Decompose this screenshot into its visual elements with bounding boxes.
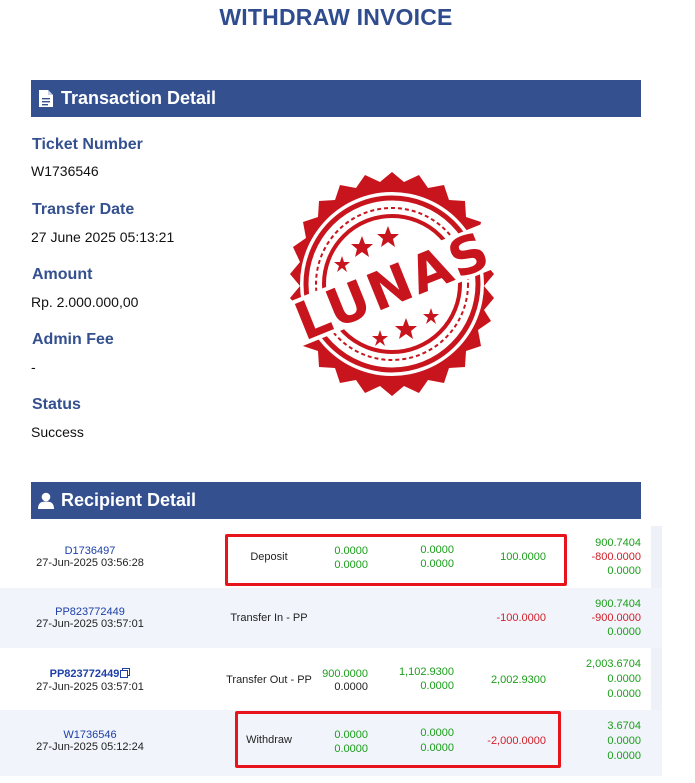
document-icon — [37, 89, 55, 109]
transaction-detail-title: Transaction Detail — [61, 88, 217, 108]
highlight-box-deposit — [225, 534, 567, 586]
value-cell: 0.0000 — [420, 680, 454, 692]
value-cell: 1,102.9300 — [398, 666, 454, 678]
transaction-detail-header: Transaction Detail — [31, 80, 641, 117]
transaction-id-link[interactable]: W1736546 — [20, 729, 160, 741]
balance-cell: -900.0000 — [591, 612, 641, 624]
transaction-date: 27-Jun-2025 03:56:28 — [36, 557, 144, 569]
balance-cell: 0.0000 — [607, 735, 641, 747]
transaction-date: 27-Jun-2025 03:57:01 — [36, 681, 144, 693]
value-cell: 0.0000 — [334, 681, 368, 693]
admin-fee-value: - — [31, 359, 36, 375]
balance-cell: 900.7404 — [595, 598, 641, 610]
table-row: PP823772449 27-Jun-2025 03:57:01 Transfe… — [0, 648, 662, 710]
balance-cell: -800.0000 — [591, 551, 641, 563]
amount-cell: 2,002.9300 — [490, 674, 546, 686]
transaction-id-link[interactable]: PP823772449 — [20, 606, 160, 618]
transaction-date: 27-Jun-2025 03:57:01 — [36, 618, 144, 630]
amount-value: Rp. 2.000.000,00 — [31, 294, 139, 310]
balance-cell: 3.6704 — [607, 720, 641, 732]
copy-icon[interactable] — [120, 668, 131, 681]
balance-cell: 0.0000 — [607, 688, 641, 700]
recipient-detail-title: Recipient Detail — [61, 490, 197, 510]
transaction-id-link[interactable]: PP823772449 — [20, 668, 160, 681]
transaction-id-text: PP823772449 — [49, 668, 120, 680]
balance-cell: 0.0000 — [607, 565, 641, 577]
balance-cell: 0.0000 — [607, 626, 641, 638]
admin-fee-label: Admin Fee — [32, 331, 114, 348]
transfer-date-label: Transfer Date — [32, 201, 135, 218]
balance-cell: 0.0000 — [607, 750, 641, 762]
balance-cell: 900.7404 — [595, 537, 641, 549]
amount-label: Amount — [32, 266, 93, 283]
table-row: PP823772449 27-Jun-2025 03:57:01 Transfe… — [0, 588, 662, 648]
amount-cell: -100.0000 — [496, 612, 546, 624]
recipient-detail-header: Recipient Detail — [31, 482, 641, 519]
status-label: Status — [32, 396, 81, 413]
balance-cell: 2,003.6704 — [585, 658, 641, 670]
value-cell: 900.0000 — [322, 668, 368, 680]
status-value: Success — [31, 424, 84, 440]
transaction-type: Transfer In - PP — [230, 612, 308, 624]
ticket-number-label: Ticket Number — [32, 136, 143, 153]
transfer-date-value: 27 June 2025 05:13:21 — [31, 229, 175, 245]
lunas-stamp: LUNAS — [276, 168, 508, 400]
page-title: WITHDRAW INVOICE — [219, 4, 453, 30]
ticket-number-value: W1736546 — [31, 163, 99, 179]
transaction-id-link[interactable]: D1736497 — [20, 545, 160, 557]
transaction-date: 27-Jun-2025 05:12:24 — [36, 741, 144, 753]
user-icon — [37, 491, 55, 511]
balance-cell: 0.0000 — [607, 673, 641, 685]
highlight-box-withdraw — [235, 711, 561, 768]
